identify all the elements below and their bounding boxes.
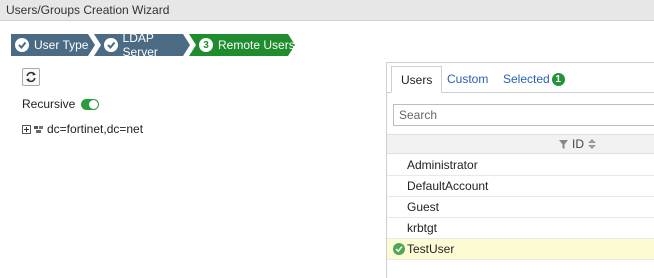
search-input[interactable] bbox=[393, 104, 654, 126]
user-name: Administrator bbox=[407, 158, 478, 172]
table-row[interactable]: TestUser bbox=[387, 239, 654, 260]
tab-label: Custom bbox=[447, 72, 489, 86]
org-unit-icon bbox=[34, 125, 43, 133]
recursive-label: Recursive bbox=[22, 97, 76, 111]
step-label: Remote Users bbox=[218, 38, 295, 52]
user-name: DefaultAccount bbox=[407, 179, 489, 193]
tab-users[interactable]: Users bbox=[391, 66, 443, 93]
window-title: Users/Groups Creation Wizard bbox=[6, 3, 170, 17]
expand-icon[interactable] bbox=[22, 124, 31, 134]
wizard-step-remote-users[interactable]: 3 Remote Users bbox=[189, 34, 295, 56]
selected-count-badge: 1 bbox=[551, 72, 565, 86]
check-icon bbox=[15, 38, 29, 52]
tab-label: Selected bbox=[503, 72, 550, 86]
table-row[interactable]: DefaultAccount bbox=[387, 176, 654, 197]
tab-selected[interactable]: Selected 1 bbox=[503, 72, 565, 86]
users-panel: Users Custom Selected 1 ID Administrator… bbox=[386, 62, 654, 278]
sort-icon[interactable] bbox=[588, 139, 596, 149]
user-name: Guest bbox=[407, 200, 440, 214]
column-label: ID bbox=[572, 137, 584, 151]
table-row[interactable]: Administrator bbox=[387, 155, 654, 176]
column-header-id[interactable]: ID bbox=[559, 137, 596, 151]
step-label: User Type bbox=[34, 38, 89, 52]
step-label: LDAP Server bbox=[122, 31, 158, 59]
user-name: krbtgt bbox=[407, 221, 438, 235]
title-bar: Users/Groups Creation Wizard bbox=[0, 0, 654, 21]
users-tabs: Users Custom Selected 1 bbox=[387, 63, 654, 93]
ldap-tree-panel: Recursive dc=fortinet,dc=net bbox=[14, 66, 374, 266]
selected-check-icon bbox=[393, 243, 405, 255]
step-number-badge: 3 bbox=[199, 38, 213, 52]
wizard-step-ldap-server[interactable]: LDAP Server bbox=[94, 31, 190, 59]
refresh-button[interactable] bbox=[22, 68, 40, 86]
wizard-steps: User Type LDAP Server 3 Remote Users bbox=[11, 31, 295, 59]
tree-root-label: dc=fortinet,dc=net bbox=[47, 122, 144, 136]
recursive-toggle[interactable] bbox=[81, 98, 100, 110]
ldap-tree-root[interactable]: dc=fortinet,dc=net bbox=[22, 122, 143, 136]
tab-label: Users bbox=[401, 72, 433, 87]
table-row[interactable]: krbtgt bbox=[387, 218, 654, 239]
wizard-step-user-type[interactable]: User Type bbox=[11, 34, 95, 56]
table-row[interactable]: Guest bbox=[387, 197, 654, 218]
check-icon bbox=[104, 38, 118, 52]
filter-icon[interactable] bbox=[559, 139, 568, 149]
tab-custom[interactable]: Custom bbox=[447, 72, 488, 86]
table-header: ID bbox=[387, 134, 654, 154]
refresh-icon bbox=[26, 71, 36, 83]
user-list: Administrator DefaultAccount Guest krbtgt Te… bbox=[387, 155, 654, 260]
user-name: TestUser bbox=[407, 242, 455, 256]
recursive-option: Recursive bbox=[22, 97, 100, 111]
